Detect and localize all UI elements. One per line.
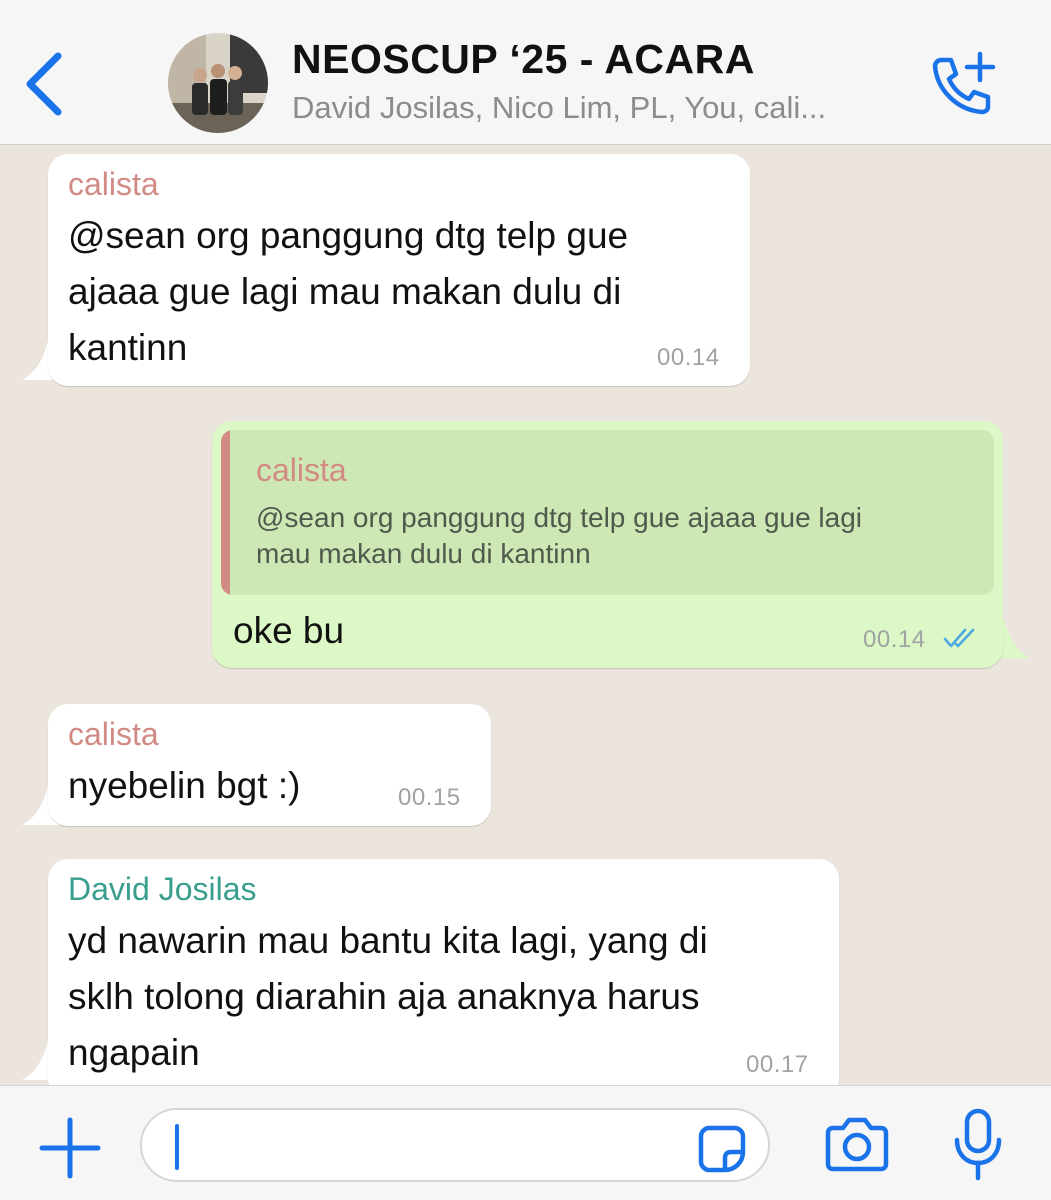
quote-accent-bar <box>221 430 230 595</box>
incoming-message-bubble[interactable]: calista @sean org panggung dtg telp gue … <box>48 154 750 386</box>
message-input[interactable] <box>140 1108 770 1182</box>
camera-icon[interactable] <box>825 1114 889 1174</box>
group-photo-image <box>168 33 268 133</box>
message-time: 00.15 <box>398 784 461 811</box>
chat-header: NEOSCUP ‘25 - ACARA David Josilas, Nico … <box>0 0 1051 145</box>
composer-bar <box>0 1085 1051 1200</box>
message-text: @sean org panggung dtg telp gue ajaaa gu… <box>68 215 629 368</box>
quote-sender: calista <box>256 452 347 488</box>
incoming-message-bubble[interactable]: David Josilas yd nawarin mau bantu kita … <box>48 859 839 1085</box>
message-sender: David Josilas <box>68 871 257 907</box>
message-text: yd nawarin mau bantu kita lagi, yang di … <box>68 920 708 1073</box>
message-text: nyebelin bgt :) <box>68 765 301 806</box>
text-cursor <box>175 1124 179 1170</box>
group-members-subtitle[interactable]: David Josilas, Nico Lim, PL, You, cali..… <box>292 90 902 126</box>
sticker-icon[interactable] <box>697 1124 747 1174</box>
message-time: 00.14 <box>657 344 720 371</box>
plus-icon[interactable] <box>38 1116 102 1180</box>
quoted-message[interactable]: calista @sean org panggung dtg telp gue … <box>221 430 994 595</box>
incoming-message-bubble[interactable]: calista nyebelin bgt :) 00.15 <box>48 704 491 826</box>
message-sender: calista <box>68 716 159 752</box>
message-list[interactable]: calista @sean org panggung dtg telp gue … <box>0 145 1051 1085</box>
message-time: 00.14 <box>863 626 926 653</box>
microphone-icon[interactable] <box>950 1108 1006 1183</box>
message-text: oke bu <box>233 610 345 651</box>
group-title[interactable]: NEOSCUP ‘25 - ACARA <box>292 36 755 83</box>
outgoing-message-bubble[interactable]: calista @sean org panggung dtg telp gue … <box>212 421 1003 668</box>
add-call-icon[interactable] <box>925 50 1000 115</box>
read-receipt-icon <box>943 628 975 648</box>
group-avatar[interactable] <box>168 33 268 133</box>
quote-text: @sean org panggung dtg telp gue ajaaa gu… <box>256 502 863 569</box>
back-chevron-icon[interactable] <box>18 48 74 118</box>
message-time: 00.17 <box>746 1051 809 1078</box>
message-sender: calista <box>68 166 159 202</box>
